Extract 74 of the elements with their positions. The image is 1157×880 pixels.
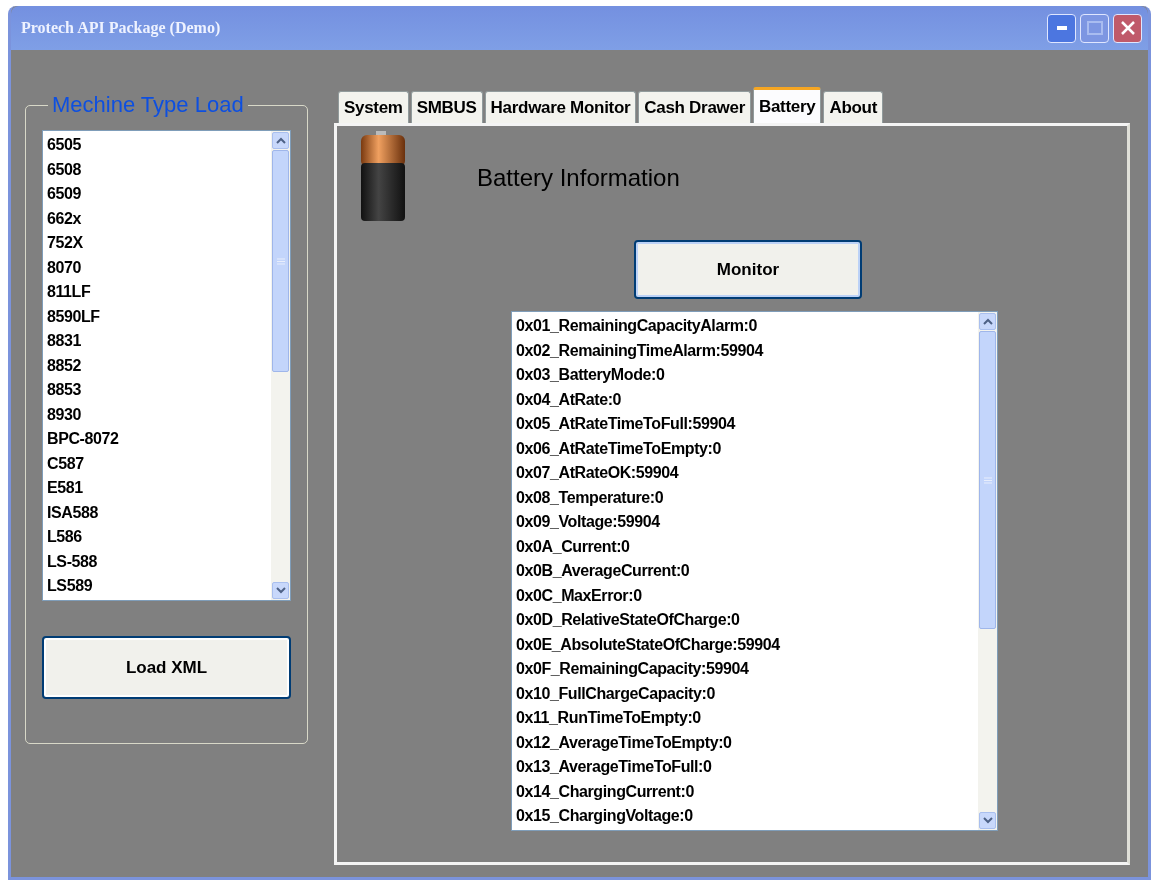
- list-item[interactable]: 8831: [47, 329, 267, 354]
- list-item[interactable]: 0x0C_MaxError:0: [516, 583, 974, 608]
- scroll-thumb[interactable]: [272, 150, 289, 372]
- tab[interactable]: Cash Drawer: [638, 91, 751, 123]
- tab[interactable]: Battery: [752, 87, 822, 123]
- list-item[interactable]: 0x09_Voltage:59904: [516, 510, 974, 535]
- list-item[interactable]: 0x14_ChargingCurrent:0: [516, 779, 974, 804]
- window-title: Protech API Package (Demo): [21, 19, 221, 37]
- battery-icon: [359, 130, 407, 224]
- load-xml-button[interactable]: Load XML: [42, 636, 291, 699]
- list-item[interactable]: 0x15_ChargingVoltage:0: [516, 804, 974, 829]
- close-button[interactable]: [1113, 13, 1142, 43]
- list-item[interactable]: LS589: [47, 574, 267, 599]
- grip-icon: [276, 257, 285, 265]
- list-item[interactable]: 0x02_RemainingTimeAlarm:59904: [516, 338, 974, 363]
- grip-icon: [983, 476, 992, 484]
- scroll-up-button[interactable]: [272, 132, 289, 149]
- list-item[interactable]: 0x10_FullChargeCapacity:0: [516, 681, 974, 706]
- readings-list[interactable]: [511, 311, 998, 831]
- list-item[interactable]: 0x12_AverageTimeToEmpty:0: [516, 730, 974, 755]
- list-item[interactable]: 0x0A_Current:0: [516, 534, 974, 559]
- list-item[interactable]: 0x11_RunTimeToEmpty:0: [516, 706, 974, 731]
- list-item[interactable]: 0x05_AtRateTimeToFull:59904: [516, 412, 974, 437]
- minimize-button[interactable]: [1047, 13, 1076, 43]
- maximize-icon: [1086, 21, 1103, 35]
- list-item[interactable]: LS-588: [47, 549, 267, 574]
- group-title: Mechine Type Load: [51, 92, 245, 118]
- scroll-thumb[interactable]: [979, 331, 996, 629]
- list-item[interactable]: BPC-8072: [47, 427, 267, 452]
- scroll-down-button[interactable]: [272, 582, 289, 599]
- caret-down-icon: [982, 817, 993, 824]
- list-item[interactable]: 0x13_AverageTimeToFull:0: [516, 755, 974, 780]
- tab[interactable]: About: [823, 91, 884, 123]
- list-item[interactable]: 0x06_AtRateTimeToEmpty:0: [516, 436, 974, 461]
- caret-down-icon: [275, 587, 286, 594]
- list-item[interactable]: 0x08_Temperature:0: [516, 485, 974, 510]
- scrollbar[interactable]: [978, 312, 997, 830]
- list-item[interactable]: 0x03_BatteryMode:0: [516, 363, 974, 388]
- list-item[interactable]: ISA588: [47, 500, 267, 525]
- section-title: Battery Information: [477, 164, 680, 192]
- list-item[interactable]: C587: [47, 451, 267, 476]
- list-item[interactable]: 0x01_RemainingCapacityAlarm:0: [516, 314, 974, 339]
- caret-up-icon: [982, 318, 993, 325]
- list-item[interactable]: 0x0F_RemainingCapacity:59904: [516, 657, 974, 682]
- list-item[interactable]: 0x04_AtRate:0: [516, 387, 974, 412]
- list-item[interactable]: 8070: [47, 255, 267, 280]
- list-item[interactable]: 6508: [47, 157, 267, 182]
- monitor-button[interactable]: Monitor: [634, 240, 862, 299]
- list-item[interactable]: 0x07_AtRateOK:59904: [516, 461, 974, 486]
- list-item[interactable]: 752X: [47, 231, 267, 256]
- caret-up-icon: [275, 137, 286, 144]
- list-item[interactable]: 811LF: [47, 280, 267, 305]
- list-item[interactable]: 8853: [47, 378, 267, 403]
- scrollbar[interactable]: [271, 131, 290, 600]
- list-item[interactable]: 8590LF: [47, 304, 267, 329]
- list-item[interactable]: 6505: [47, 133, 267, 158]
- close-icon: [1119, 20, 1136, 36]
- tab[interactable]: SMBUS: [410, 91, 483, 123]
- list-item[interactable]: 0x0B_AverageCurrent:0: [516, 559, 974, 584]
- list-item[interactable]: 0x0D_RelativeStateOfCharge:0: [516, 608, 974, 633]
- scroll-down-button[interactable]: [979, 812, 996, 829]
- list-item[interactable]: E581: [47, 476, 267, 501]
- list-item[interactable]: 6509: [47, 182, 267, 207]
- list-item[interactable]: L586: [47, 525, 267, 550]
- tab[interactable]: Hardware Monitor: [484, 91, 637, 123]
- maximize-button[interactable]: [1080, 13, 1109, 43]
- list-item[interactable]: 8930: [47, 402, 267, 427]
- list-item[interactable]: 662x: [47, 206, 267, 231]
- list-item[interactable]: 0x0E_AbsoluteStateOfCharge:59904: [516, 632, 974, 657]
- tab[interactable]: System: [338, 91, 409, 123]
- minimize-icon: [1056, 26, 1067, 30]
- scroll-up-button[interactable]: [979, 313, 996, 330]
- machine-list[interactable]: 6505 6508 6509 662x 752X 8070 811LF 8590LF 8831 8852 8853 8930 BPC-8072 C587 E581 ISA588 L586 LS-588 LS589: [42, 130, 291, 601]
- list-item[interactable]: 8852: [47, 353, 267, 378]
